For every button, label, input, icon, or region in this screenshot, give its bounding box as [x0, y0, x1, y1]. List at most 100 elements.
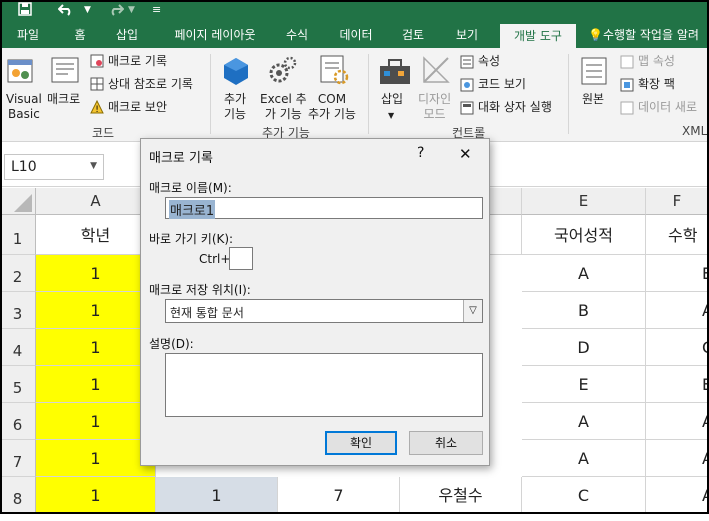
properties-button[interactable]: 속성 [478, 54, 500, 69]
cell[interactable]: A [522, 403, 646, 440]
design-mode-icon [420, 54, 454, 86]
addins-button[interactable]: 추가 기능 [224, 92, 246, 122]
cell[interactable]: E [646, 366, 709, 403]
view-code-button[interactable]: 코드 보기 [478, 77, 526, 92]
row-header[interactable]: 2 [0, 255, 36, 292]
cell[interactable]: B [522, 292, 646, 329]
com-addins-icon[interactable] [318, 54, 350, 86]
cell[interactable]: 수학 [646, 215, 709, 255]
cell[interactable]: 1 [36, 292, 156, 329]
cell[interactable]: E [522, 366, 646, 403]
cell[interactable]: 1 [36, 440, 156, 477]
cell[interactable]: 1 [36, 329, 156, 366]
group-xml-label: XML [682, 124, 708, 138]
row-header[interactable]: 6 [0, 403, 36, 440]
tab-review[interactable]: 검토 [392, 22, 434, 48]
column-header-f[interactable]: F [646, 188, 709, 215]
macro-button[interactable]: 매크로 [47, 92, 80, 107]
lightbulb-icon: 💡 [588, 28, 603, 42]
view-code-icon [460, 78, 474, 92]
cell[interactable]: 우철수 [400, 477, 522, 514]
dialog-title: 매크로 기록 [149, 151, 213, 166]
visual-basic-icon[interactable] [4, 54, 40, 92]
addins-icon[interactable] [222, 56, 250, 86]
insert-toolbox-icon[interactable] [378, 56, 412, 86]
cell[interactable]: E [646, 255, 709, 292]
customize-quick-access-icon[interactable]: ≡ [152, 3, 161, 16]
tab-page-layout[interactable]: 페이지 레이아웃 [160, 22, 270, 48]
cancel-button[interactable]: 취소 [409, 431, 483, 455]
record-macro-button[interactable]: 매크로 기록 [108, 54, 167, 69]
tab-view[interactable]: 보기 [446, 22, 488, 48]
cell[interactable]: 7 [278, 477, 400, 514]
source-button[interactable]: 원본 [582, 92, 604, 107]
column-header-a[interactable]: A [36, 188, 156, 215]
cell[interactable]: A [646, 477, 709, 514]
run-dialog-icon [460, 101, 474, 115]
refresh-data-button: 데이터 새로 [638, 100, 698, 114]
row-header[interactable]: 8 [0, 477, 36, 514]
shortcut-key-field[interactable] [229, 247, 253, 270]
tab-developer[interactable]: 개발 도구 [500, 24, 576, 48]
properties-icon [460, 55, 474, 69]
expansion-packs-button[interactable]: 확장 팩 [638, 77, 675, 92]
cell[interactable]: 1 [36, 366, 156, 403]
run-dialog-button[interactable]: 대화 상자 실행 [478, 100, 552, 115]
store-macro-select[interactable]: 현재 통합 문서 ▽ [165, 299, 483, 323]
row-header[interactable]: 4 [0, 329, 36, 366]
tab-formulas[interactable]: 수식 [276, 22, 318, 48]
relative-reference-button[interactable]: 상대 참조로 기록 [108, 77, 193, 92]
cell[interactable]: 1 [156, 477, 278, 514]
tab-file[interactable]: 파일 [6, 22, 50, 48]
row-header[interactable]: 1 [0, 215, 36, 255]
cell[interactable]: A [646, 403, 709, 440]
row-header[interactable]: 3 [0, 292, 36, 329]
source-icon[interactable] [580, 56, 608, 86]
description-field[interactable] [165, 353, 483, 417]
ok-button[interactable]: 확인 [325, 431, 397, 455]
cell[interactable]: D [522, 329, 646, 366]
tab-home[interactable]: 홈 [60, 22, 100, 48]
cell[interactable]: 1 [36, 477, 156, 514]
chevron-down-icon[interactable]: ▽ [463, 300, 482, 322]
tab-data[interactable]: 데이터 [330, 22, 382, 48]
warning-icon: ! [90, 99, 104, 115]
cell[interactable]: C [646, 329, 709, 366]
cell[interactable]: 1 [36, 403, 156, 440]
tell-me-box[interactable]: 💡수행할 작업을 알려 [588, 22, 709, 48]
com-addins-button[interactable]: COM 추가 기능 [308, 92, 356, 122]
name-box[interactable]: L10 ▼ [4, 154, 104, 180]
cell[interactable]: 학년 [36, 215, 156, 255]
excel-addins-gear-icon[interactable] [268, 54, 298, 86]
cell[interactable]: A [522, 255, 646, 292]
cell[interactable]: A [522, 440, 646, 477]
ribbon: Visual Basic 매크로 매크로 기록 상대 참조로 기록 ! 매크로 … [0, 48, 709, 142]
save-icon[interactable] [18, 2, 32, 20]
cell[interactable]: A [646, 440, 709, 477]
ribbon-separator [368, 54, 369, 134]
close-icon[interactable]: ✕ [459, 145, 472, 163]
store-macro-label: 매크로 저장 위치(I): [149, 283, 251, 297]
macro-security-button[interactable]: 매크로 보안 [108, 100, 167, 115]
visual-basic-button[interactable]: Visual Basic [6, 92, 42, 122]
cell[interactable]: C [522, 477, 646, 514]
column-header-e[interactable]: E [522, 188, 646, 215]
cell[interactable]: A [646, 292, 709, 329]
select-all-corner[interactable] [0, 188, 36, 215]
chevron-down-icon[interactable]: ▼ [90, 161, 97, 171]
ribbon-tabs: 파일 홈 삽입 페이지 레이아웃 수식 데이터 검토 보기 개발 도구 💡수행할… [0, 22, 709, 48]
insert-control-button[interactable]: 삽입 [381, 92, 403, 107]
cell[interactable]: 국어성적 [522, 215, 646, 255]
chevron-down-icon[interactable]: ▼ [388, 108, 394, 123]
macro-icon[interactable] [50, 54, 84, 88]
row-header[interactable]: 7 [0, 440, 36, 477]
tab-insert[interactable]: 삽입 [106, 22, 148, 48]
macro-name-field[interactable]: 매크로1 [165, 197, 483, 219]
cell[interactable]: 1 [36, 255, 156, 292]
excel-addins-button[interactable]: Excel 추 가 기능 [260, 92, 307, 122]
row-header[interactable]: 5 [0, 366, 36, 403]
help-icon[interactable]: ? [417, 145, 424, 161]
undo-icon[interactable] [57, 2, 74, 20]
undo-dropdown-icon[interactable]: ▼ [84, 5, 91, 15]
shortcut-key-label: 바로 가기 키(K): [149, 232, 234, 246]
